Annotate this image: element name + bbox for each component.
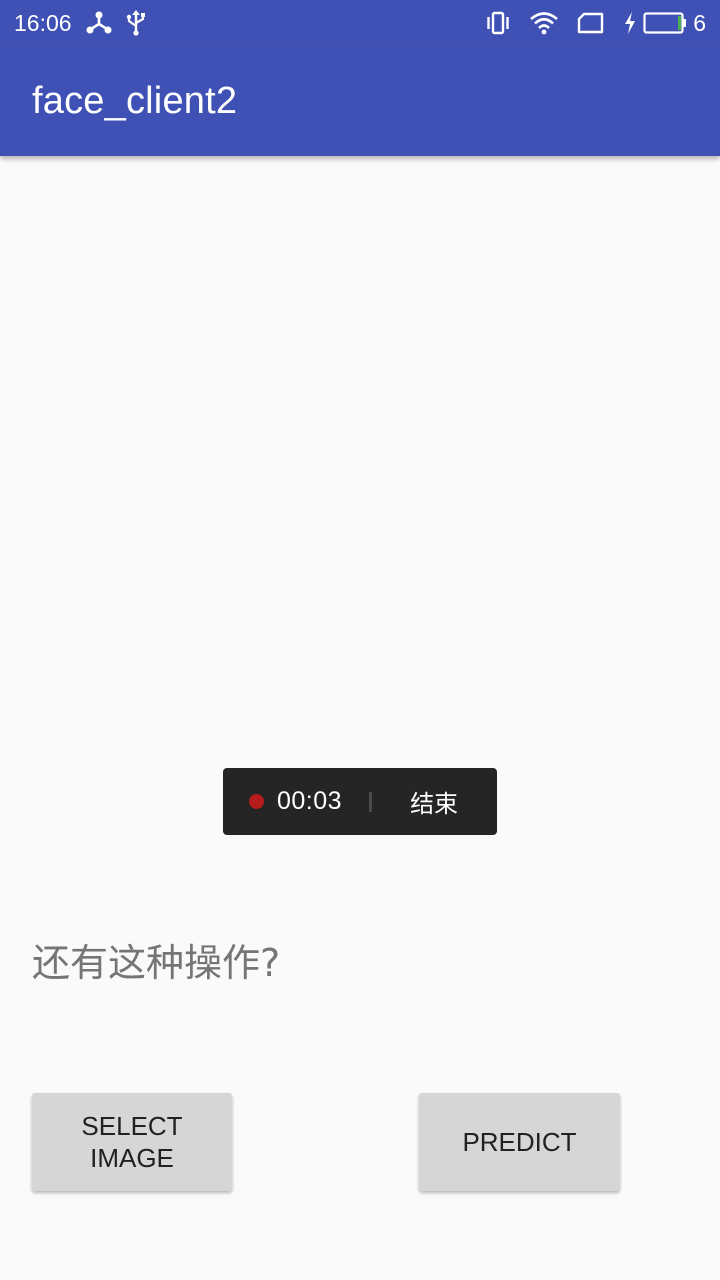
usb-icon	[126, 10, 146, 36]
main-content: 00:03 结束 还有这种操作? SELECT IMAGE PREDICT	[0, 156, 720, 1280]
status-right: 6	[485, 10, 706, 37]
app-bar: face_client2	[0, 46, 720, 156]
image-preview	[32, 176, 688, 736]
stop-recording-button[interactable]: 结束	[410, 784, 458, 819]
status-bar: 16:06 6	[0, 0, 720, 46]
recording-dot-icon	[249, 794, 264, 809]
result-text: 还有这种操作?	[32, 941, 281, 985]
vibrate-icon	[485, 11, 511, 35]
predict-button[interactable]: PREDICT	[419, 1093, 620, 1191]
status-time: 16:06	[14, 9, 72, 36]
charging-icon	[623, 12, 637, 34]
battery-group: 6	[623, 10, 706, 37]
sim-card-icon	[577, 12, 605, 34]
select-image-button[interactable]: SELECT IMAGE	[32, 1093, 232, 1191]
screen-recorder-overlay: 00:03 结束	[223, 768, 497, 835]
network-share-icon	[86, 11, 112, 35]
app-title: face_client2	[32, 79, 238, 122]
wifi-icon	[529, 11, 559, 35]
recorder-divider	[369, 791, 373, 812]
battery-icon	[643, 11, 687, 35]
recording-time: 00:03	[277, 787, 343, 815]
battery-level: 6	[693, 9, 706, 36]
status-left: 16:06	[14, 10, 146, 37]
